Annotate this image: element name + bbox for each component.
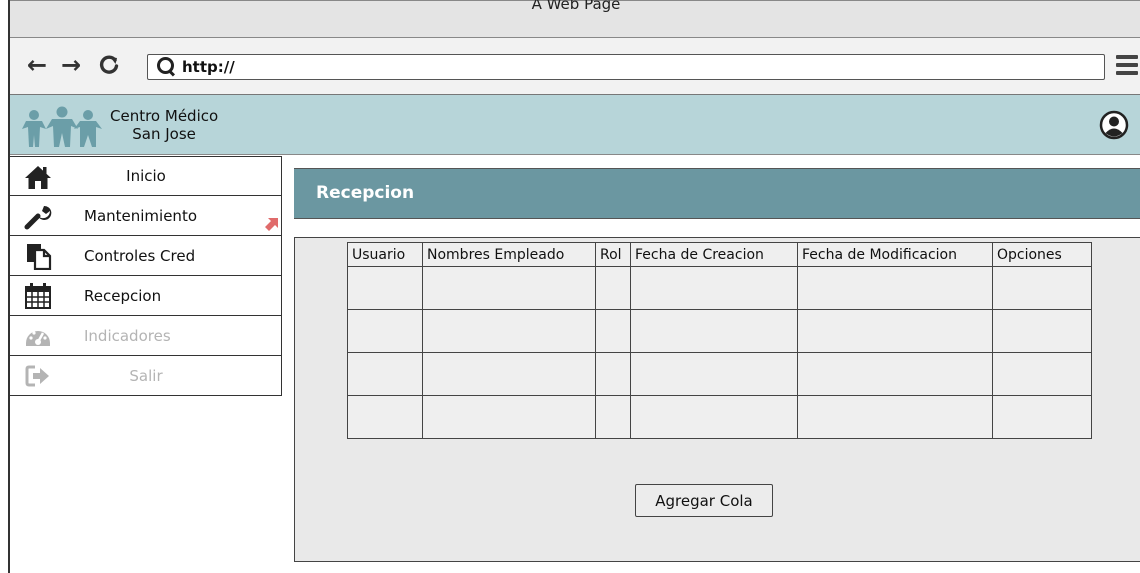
sidebar-item-label: Salir: [129, 366, 163, 385]
table-cell: [797, 309, 993, 353]
column-header-opciones[interactable]: Opciones: [992, 242, 1092, 267]
sidebar-item-mantenimiento[interactable]: Mantenimiento: [10, 196, 282, 236]
table-cell[interactable]: [992, 352, 1092, 396]
hamburger-menu-icon[interactable]: [1116, 55, 1140, 79]
url-text: http://: [182, 58, 235, 76]
column-header-usuario[interactable]: Usuario: [347, 242, 423, 267]
table-cell: [422, 352, 596, 396]
recepcion-table: Usuario Nombres Empleado Rol Fecha de Cr…: [347, 242, 1092, 439]
app-header: Centro Médico San Jose: [10, 95, 1140, 155]
agregar-cola-button[interactable]: Agregar Cola: [635, 484, 773, 517]
sidebar-item-label: Mantenimiento: [84, 206, 197, 225]
table-row[interactable]: [347, 352, 1092, 396]
table-cell: [595, 395, 631, 439]
window-title: A Web Page: [531, 0, 621, 13]
wrench-icon: [24, 205, 52, 230]
brand-line-1: Centro Médico: [110, 107, 219, 125]
table-row[interactable]: [347, 395, 1092, 439]
gauge-icon: [26, 331, 50, 346]
column-header-fecha-creacion[interactable]: Fecha de Creacion: [630, 242, 798, 267]
pointer-arrow-icon: [265, 218, 278, 231]
table-cell: [630, 309, 798, 353]
table-cell: [797, 352, 993, 396]
sidebar-item-label: Indicadores: [84, 326, 171, 345]
sidebar-item-recepcion[interactable]: Recepcion: [10, 276, 282, 316]
table-cell: [422, 266, 596, 310]
table-cell: [595, 266, 631, 310]
column-header-fecha-modificacion[interactable]: Fecha de Modificacion: [797, 242, 993, 267]
table-cell: [422, 309, 596, 353]
table-cell: [797, 395, 993, 439]
back-arrow-icon[interactable]: ←: [24, 51, 50, 79]
table-cell: [347, 395, 423, 439]
sidebar-item-indicadores: Indicadores: [10, 316, 282, 356]
table-header-row: Usuario Nombres Empleado Rol Fecha de Cr…: [347, 242, 1092, 267]
panel-body: Usuario Nombres Empleado Rol Fecha de Cr…: [294, 237, 1140, 562]
browser-window: A Web Page ← → http:// Centro Médico San…: [8, 0, 1140, 573]
user-avatar-icon[interactable]: [1099, 110, 1129, 140]
people-family-logo: [22, 106, 102, 147]
brand-name: Centro Médico San Jose: [110, 107, 218, 143]
table-row[interactable]: [347, 309, 1092, 353]
panel-title: Recepcion: [316, 183, 415, 203]
table-cell: [630, 266, 798, 310]
table-cell: [797, 266, 993, 310]
panel-header: Recepcion: [294, 168, 1140, 219]
table-cell: [630, 352, 798, 396]
table-cell[interactable]: [992, 266, 1092, 310]
table-cell: [595, 309, 631, 353]
calendar-icon: [25, 283, 51, 309]
table-cell: [347, 352, 423, 396]
table-cell: [347, 266, 423, 310]
table-cell[interactable]: [992, 309, 1092, 353]
title-bar: A Web Page: [10, 0, 1140, 38]
column-header-nombres-empleado[interactable]: Nombres Empleado: [422, 242, 596, 267]
forward-arrow-icon[interactable]: →: [58, 51, 84, 79]
sidebar-item-inicio[interactable]: Inicio: [10, 156, 282, 196]
documents-icon: [27, 244, 52, 270]
table-cell[interactable]: [992, 395, 1092, 439]
url-input[interactable]: http://: [147, 54, 1105, 80]
table-cell: [595, 352, 631, 396]
table-row[interactable]: [347, 266, 1092, 310]
table-cell: [630, 395, 798, 439]
table-cell: [347, 309, 423, 353]
sidebar: Inicio Mantenimiento Controles Cred Rece…: [10, 156, 282, 398]
sidebar-item-label: Recepcion: [84, 286, 162, 305]
sidebar-item-salir: Salir: [10, 356, 282, 396]
reload-icon[interactable]: [96, 52, 122, 78]
sidebar-item-label: Controles Cred: [84, 246, 196, 265]
sidebar-item-label: Inicio: [126, 167, 166, 185]
brand-line-2: San Jose: [132, 125, 196, 143]
sidebar-item-controles-cred[interactable]: Controles Cred: [10, 236, 282, 276]
search-icon: [156, 56, 178, 78]
table-cell: [422, 395, 596, 439]
column-header-rol[interactable]: Rol: [595, 242, 631, 267]
address-bar: ← → http://: [10, 38, 1140, 95]
